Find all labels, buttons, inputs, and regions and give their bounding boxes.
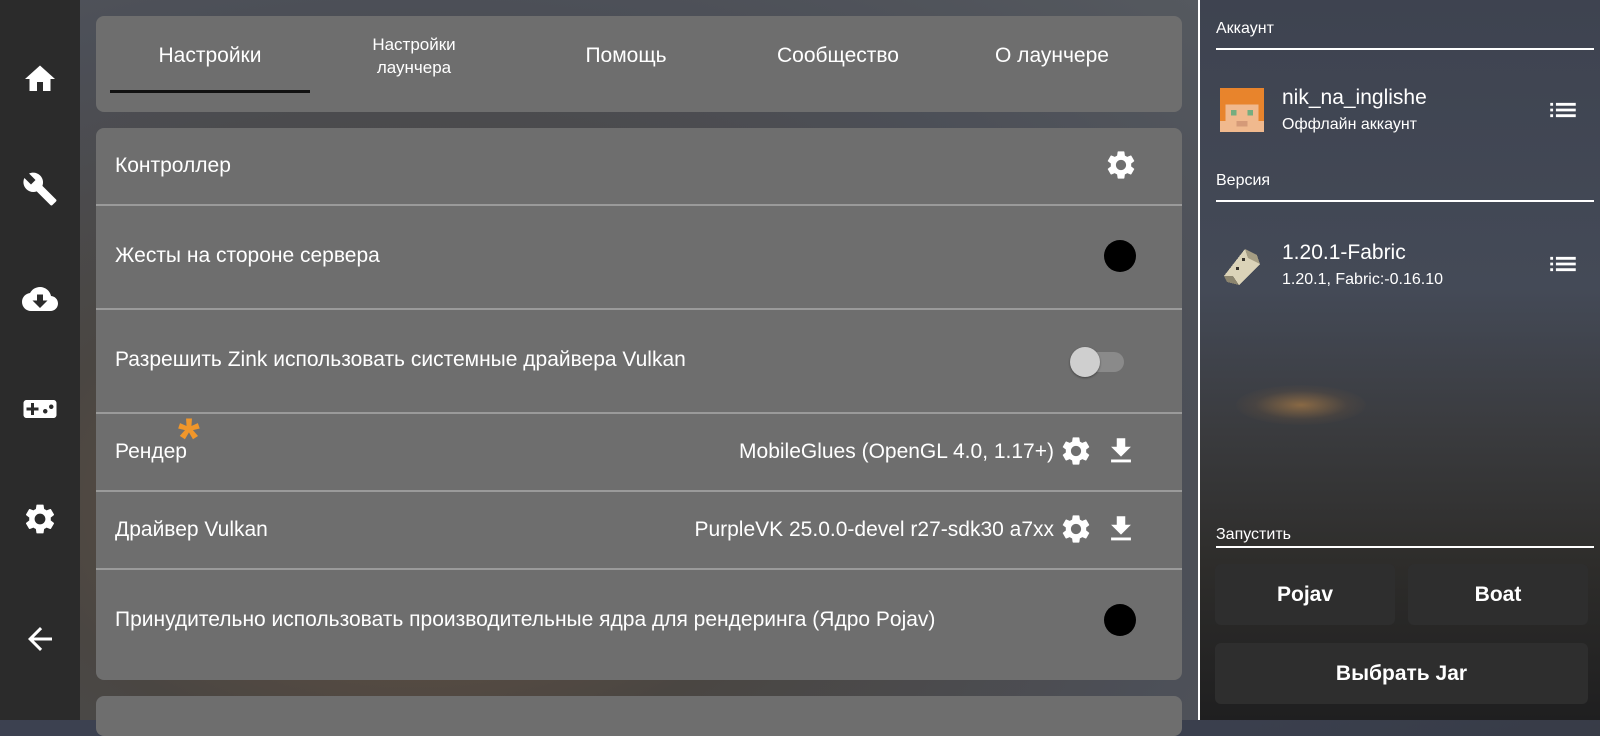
renderer-value[interactable]: MobileGlues (OpenGL 4.0, 1.17+) bbox=[739, 440, 1054, 464]
version-name[interactable]: 1.20.1-Fabric bbox=[1282, 241, 1406, 265]
gear-icon bbox=[1062, 437, 1090, 465]
launch-boat-button[interactable]: Boat bbox=[1408, 564, 1588, 625]
button-label: Boat bbox=[1474, 582, 1522, 606]
back-arrow-icon bbox=[28, 627, 52, 651]
account-menu-button[interactable] bbox=[1546, 93, 1580, 127]
account-type: Оффлайн аккаунт bbox=[1282, 116, 1418, 133]
vulkan-driver-download-button[interactable] bbox=[1104, 512, 1138, 546]
setting-label: Контроллер bbox=[115, 154, 231, 177]
nav-rail bbox=[0, 0, 80, 720]
wrench-icon bbox=[23, 172, 57, 206]
gear-icon bbox=[1062, 515, 1090, 543]
setting-label: Драйвер Vulkan bbox=[115, 518, 268, 541]
controls-button[interactable] bbox=[0, 379, 80, 439]
list-icon bbox=[1550, 256, 1576, 272]
tab-settings[interactable]: Настройки bbox=[110, 16, 310, 96]
account-name[interactable]: nik_na_inglishe bbox=[1282, 86, 1427, 110]
zink-vulkan-switch-knob[interactable] bbox=[1070, 347, 1100, 377]
background-glow bbox=[1236, 385, 1366, 425]
home-button[interactable] bbox=[0, 49, 80, 109]
modified-marker: * bbox=[178, 406, 200, 469]
downloads-button[interactable] bbox=[0, 269, 80, 329]
setting-row-renderer[interactable]: Рендер * MobileGlues (OpenGL 4.0, 1.17+) bbox=[96, 410, 1182, 492]
server-gestures-toggle[interactable] bbox=[1104, 240, 1136, 272]
cloud-download-icon bbox=[22, 287, 58, 311]
tab-community[interactable]: Сообщество bbox=[746, 16, 930, 96]
tab-launcher-settings[interactable]: Настройки лаунчера bbox=[332, 16, 496, 96]
tab-label: Настройки bbox=[158, 44, 262, 67]
version-section-title: Версия bbox=[1216, 172, 1271, 189]
settings-panel: Контроллер Жесты на стороне сервера Разр… bbox=[96, 128, 1182, 680]
setting-label: Разрешить Zink использовать системные др… bbox=[115, 348, 686, 371]
tab-help[interactable]: Помощь bbox=[536, 16, 716, 96]
fabric-icon bbox=[1224, 249, 1260, 285]
version-divider bbox=[1216, 200, 1594, 202]
setting-row-performance-cores[interactable]: Принудительно использовать производитель… bbox=[96, 570, 1182, 680]
list-icon bbox=[1550, 102, 1576, 118]
active-tab-indicator bbox=[110, 90, 310, 93]
select-jar-button[interactable]: Выбрать Jar bbox=[1215, 643, 1588, 704]
download-icon bbox=[1111, 516, 1131, 541]
setting-label: Жесты на стороне сервера bbox=[115, 244, 380, 267]
next-settings-panel bbox=[96, 696, 1182, 736]
setting-label: Рендер bbox=[115, 440, 187, 463]
button-label: Pojav bbox=[1276, 582, 1334, 606]
vulkan-driver-settings-button[interactable] bbox=[1059, 512, 1093, 546]
gamepad-icon bbox=[23, 400, 57, 418]
account-section-title: Аккаунт bbox=[1216, 20, 1274, 37]
launch-pojav-button[interactable]: Pojav bbox=[1215, 564, 1395, 625]
tab-bar: Настройки Настройки лаунчера Помощь Сооб… bbox=[96, 16, 1182, 112]
setting-row-controller[interactable]: Контроллер bbox=[96, 128, 1182, 206]
tab-label: Настройки лаунчера bbox=[372, 35, 456, 77]
tab-about[interactable]: О лаунчере bbox=[962, 16, 1142, 96]
tab-label: О лаунчере bbox=[995, 44, 1109, 67]
player-avatar bbox=[1220, 88, 1264, 132]
gear-icon bbox=[25, 504, 55, 534]
button-label: Выбрать Jar bbox=[1335, 661, 1468, 685]
renderer-settings-button[interactable] bbox=[1059, 434, 1093, 468]
controller-settings-button[interactable] bbox=[1104, 148, 1138, 182]
download-icon bbox=[1111, 438, 1131, 463]
setting-row-server-gestures[interactable]: Жесты на стороне сервера bbox=[96, 206, 1182, 310]
tab-label: Помощь bbox=[585, 44, 667, 67]
performance-cores-toggle[interactable] bbox=[1104, 604, 1136, 636]
launch-sidebar: Аккаунт nik_na_inglishe Оффлайн аккаунт … bbox=[1198, 0, 1600, 720]
setting-label: Принудительно использовать производитель… bbox=[115, 608, 936, 631]
tab-label: Сообщество bbox=[777, 44, 899, 67]
tools-button[interactable] bbox=[0, 159, 80, 219]
setting-row-vulkan-driver[interactable]: Драйвер Vulkan PurpleVK 25.0.0-devel r27… bbox=[96, 492, 1182, 570]
version-detail: 1.20.1, Fabric:-0.16.10 bbox=[1282, 271, 1443, 288]
vulkan-driver-value[interactable]: PurpleVK 25.0.0-devel r27-sdk30 a7xx bbox=[694, 518, 1054, 542]
renderer-download-button[interactable] bbox=[1104, 434, 1138, 468]
launch-divider bbox=[1216, 546, 1594, 548]
version-menu-button[interactable] bbox=[1546, 247, 1580, 281]
gear-icon bbox=[1107, 151, 1135, 179]
home-icon bbox=[25, 65, 55, 91]
launch-section-title: Запустить bbox=[1216, 526, 1291, 543]
settings-button[interactable] bbox=[0, 489, 80, 549]
account-divider bbox=[1216, 48, 1594, 50]
setting-row-zink-vulkan[interactable]: Разрешить Zink использовать системные др… bbox=[96, 310, 1182, 414]
back-button[interactable] bbox=[0, 609, 80, 669]
